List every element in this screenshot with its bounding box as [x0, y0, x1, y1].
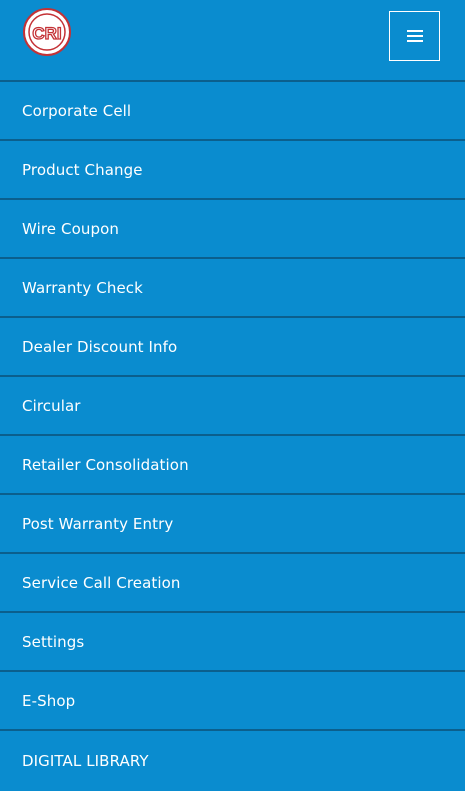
menu-item-label: Settings: [22, 632, 85, 651]
menu-item-service-call-creation[interactable]: Service Call Creation: [0, 554, 465, 613]
menu-item-label: Circular: [22, 396, 81, 415]
menu-item-label: Corporate Cell: [22, 101, 132, 120]
logo-text: CRI: [32, 24, 61, 43]
menu-item-warranty-check[interactable]: Warranty Check: [0, 259, 465, 318]
top-bar: CRI: [0, 0, 465, 82]
menu-item-retailer-consolidation[interactable]: Retailer Consolidation: [0, 436, 465, 495]
menu-item-label: Retailer Consolidation: [22, 455, 189, 474]
menu-item-label: Dealer Discount Info: [22, 337, 178, 356]
menu-item-digital-library[interactable]: DIGITAL LIBRARY: [0, 731, 465, 790]
menu-item-label: Service Call Creation: [22, 573, 181, 592]
menu-item-dealer-discount-info[interactable]: Dealer Discount Info: [0, 318, 465, 377]
menu-item-label: Post Warranty Entry: [22, 514, 174, 533]
menu-item-e-shop[interactable]: E-Shop: [0, 672, 465, 731]
cri-logo[interactable]: CRI: [23, 8, 71, 56]
menu-item-product-change[interactable]: Product Change: [0, 141, 465, 200]
app-screen: CRI Corporate Cell Product Change Wire C…: [0, 0, 465, 791]
menu-item-circular[interactable]: Circular: [0, 377, 465, 436]
menu-item-wire-coupon[interactable]: Wire Coupon: [0, 200, 465, 259]
menu-item-label: Product Change: [22, 160, 143, 179]
hamburger-menu-icon: [406, 30, 423, 42]
menu-item-label: E-Shop: [22, 691, 76, 710]
menu-item-label: Warranty Check: [22, 278, 143, 297]
menu-item-label: Wire Coupon: [22, 219, 119, 238]
menu-toggle-button[interactable]: [389, 11, 440, 61]
menu-item-corporate-cell[interactable]: Corporate Cell: [0, 82, 465, 141]
logo-mark-icon: CRI: [28, 13, 66, 51]
navigation-menu: Corporate Cell Product Change Wire Coupo…: [0, 82, 465, 790]
menu-item-label: DIGITAL LIBRARY: [22, 751, 149, 770]
menu-item-settings[interactable]: Settings: [0, 613, 465, 672]
menu-item-post-warranty-entry[interactable]: Post Warranty Entry: [0, 495, 465, 554]
